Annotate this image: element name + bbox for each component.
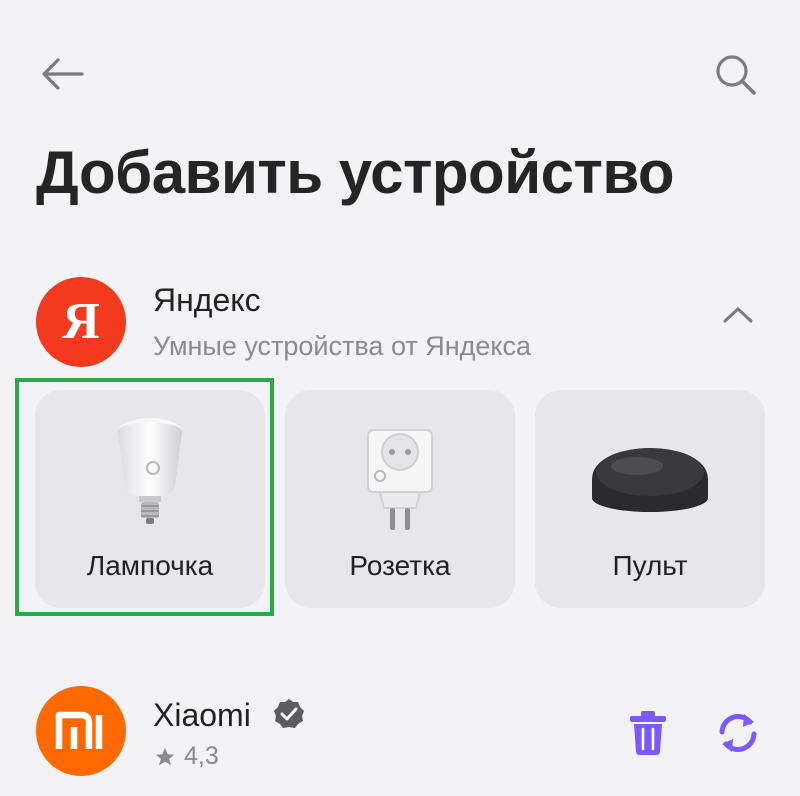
device-label-remote: Пульт (612, 550, 688, 581)
smart-plug-icon (367, 429, 433, 530)
chevron-up-icon (723, 307, 753, 323)
selection-outline (15, 378, 274, 616)
sync-button[interactable] (716, 710, 760, 761)
collapse-yandex-button[interactable] (718, 298, 758, 332)
brand-name-xiaomi: Xiaomi (153, 697, 251, 733)
device-card-smart-plug[interactable]: Розетка (285, 390, 515, 608)
search-button[interactable] (712, 52, 760, 96)
rating-value: 4,3 (184, 742, 219, 770)
brand-subtitle-yandex: Умные устройства от Яндекса (153, 331, 532, 361)
mi-logo-icon (55, 711, 103, 749)
back-button[interactable] (38, 52, 86, 96)
xiaomi-logo (36, 686, 126, 776)
arrow-left-icon (42, 58, 84, 90)
sync-icon (719, 714, 757, 752)
device-label-smart-plug: Розетка (349, 550, 451, 581)
star-icon (155, 747, 175, 765)
verified-badge-icon (274, 699, 304, 728)
delete-button[interactable] (628, 710, 668, 761)
page-title: Добавить устройство (36, 139, 675, 206)
top-bar (0, 0, 800, 150)
yandex-logo: Я (36, 277, 126, 367)
device-card-remote[interactable]: Пульт (535, 390, 765, 608)
rating: 4,3 (154, 742, 219, 771)
brand-name-yandex: Яндекс (153, 282, 261, 318)
trash-icon (630, 711, 666, 755)
remote-hub-icon (592, 448, 708, 512)
yandex-logo-letter: Я (62, 293, 100, 350)
search-icon (716, 55, 756, 95)
